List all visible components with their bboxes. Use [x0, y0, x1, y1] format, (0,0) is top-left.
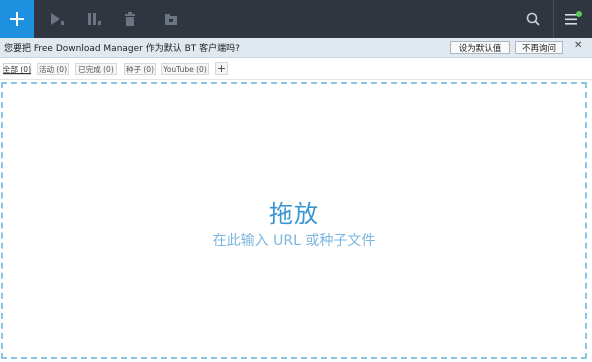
start-button[interactable] — [42, 0, 72, 38]
filter-tabs: 全部 (0) 活动 (0) 已完成 (0) 种子 (0) YouTube (0)… — [0, 58, 592, 80]
default-client-notice: 您要把 Free Download Manager 作为默认 BT 客户端吗? … — [0, 38, 592, 58]
move-button[interactable] — [156, 0, 186, 38]
toolbar-separator — [553, 0, 554, 38]
search-button[interactable] — [518, 0, 548, 38]
close-icon[interactable]: ✕ — [574, 40, 582, 51]
tab-all[interactable]: 全部 (0) — [3, 63, 31, 75]
menu-badge — [576, 11, 582, 17]
drop-zone-subtitle: 在此输入 URL 或种子文件 — [212, 233, 376, 249]
drop-zone[interactable]: 拖放 在此输入 URL 或种子文件 — [1, 82, 587, 359]
pause-icon — [88, 13, 101, 25]
play-icon — [51, 13, 64, 25]
drop-zone-title: 拖放 — [269, 200, 319, 228]
folder-icon — [165, 14, 177, 25]
add-icon — [10, 12, 24, 26]
never-ask-button[interactable]: 不再询问 — [515, 41, 563, 54]
search-icon — [526, 12, 540, 26]
add-download-button[interactable] — [0, 0, 34, 38]
tab-torrents[interactable]: 种子 (0) — [124, 63, 156, 75]
pause-button[interactable] — [79, 0, 109, 38]
main-menu-button[interactable] — [558, 0, 588, 38]
toolbar — [0, 0, 592, 38]
notice-text: 您要把 Free Download Manager 作为默认 BT 客户端吗? — [4, 44, 240, 54]
delete-button[interactable] — [115, 0, 145, 38]
set-default-button[interactable]: 设为默认值 — [450, 41, 510, 54]
add-tab-button[interactable]: + — [215, 62, 228, 75]
menu-icon — [565, 11, 582, 25]
tab-youtube[interactable]: YouTube (0) — [161, 63, 209, 75]
tab-active[interactable]: 活动 (0) — [37, 63, 69, 75]
tab-completed[interactable]: 已完成 (0) — [75, 63, 117, 75]
trash-icon — [125, 12, 135, 26]
